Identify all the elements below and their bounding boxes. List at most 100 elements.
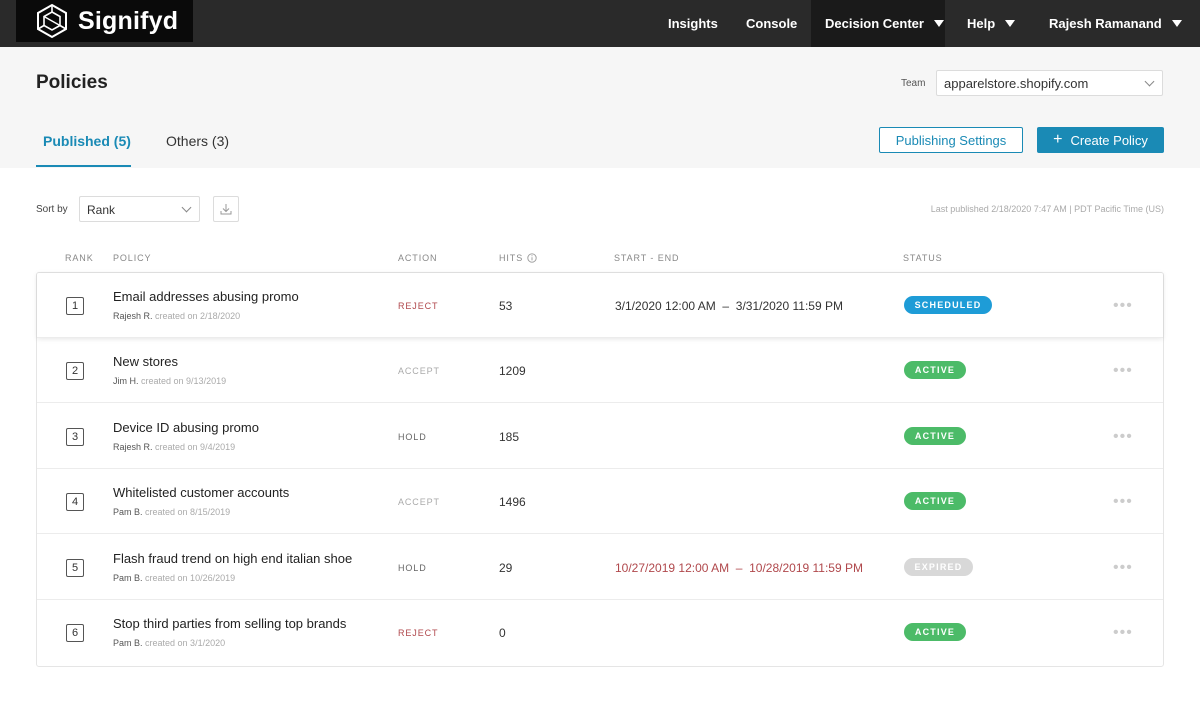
rank-badge: 4 <box>66 493 84 511</box>
policy-start: 3/1/2020 12:00 AM <box>615 299 716 313</box>
policy-action: ACCEPT <box>398 497 440 507</box>
column-header-status: STATUS <box>903 253 943 263</box>
status-badge: SCHEDULED <box>904 296 992 314</box>
policy-created: created on 8/15/2019 <box>145 507 231 517</box>
policy-name[interactable]: Device ID abusing promo <box>113 420 259 435</box>
nav-insights[interactable]: Insights <box>668 0 718 47</box>
tab-others[interactable]: Others (3) <box>166 133 229 149</box>
policy-action: ACCEPT <box>398 366 440 376</box>
policy-action: REJECT <box>398 301 439 311</box>
chevron-down-icon <box>1144 76 1155 87</box>
policy-meta: Rajesh R. created on 9/4/2019 <box>113 442 235 452</box>
policy-start: 10/27/2019 12:00 AM <box>615 561 730 575</box>
chevron-down-icon <box>181 202 192 213</box>
table-row[interactable]: 3 Device ID abusing promo Rajesh R. crea… <box>37 404 1163 469</box>
column-header-rank: RANK <box>65 253 94 263</box>
policy-name[interactable]: Email addresses abusing promo <box>113 289 299 304</box>
policy-meta: Pam B. created on 3/1/2020 <box>113 638 225 648</box>
rank-badge: 6 <box>66 624 84 642</box>
policy-name[interactable]: Stop third parties from selling top bran… <box>113 616 346 631</box>
status-badge: EXPIRED <box>904 558 973 576</box>
table-row[interactable]: 2 New stores Jim H. created on 9/13/2019… <box>37 338 1163 403</box>
nav-decision-center-label: Decision Center <box>825 16 924 31</box>
policy-hits: 53 <box>499 299 513 313</box>
top-nav: Signifyd Insights Console Decision Cente… <box>0 0 1200 47</box>
status-badge: ACTIVE <box>904 623 966 641</box>
policy-hits: 1496 <box>499 495 526 509</box>
policy-created: created on 10/26/2019 <box>145 573 236 583</box>
policy-name[interactable]: Whitelisted customer accounts <box>113 485 289 500</box>
download-button[interactable] <box>213 196 239 222</box>
nav-help-label: Help <box>967 16 996 31</box>
signifyd-logo-icon <box>37 3 67 39</box>
policy-name[interactable]: New stores <box>113 354 178 369</box>
status-badge: ACTIVE <box>904 361 966 379</box>
policy-created: created on 9/13/2019 <box>141 376 227 386</box>
policy-dates: 3/1/2020 12:00 AM – 3/31/2020 11:59 PM <box>615 299 843 313</box>
policy-created: created on 2/18/2020 <box>155 311 241 321</box>
last-published-text: Last published 2/18/2020 7:47 AM | PDT P… <box>930 204 1164 214</box>
logo[interactable]: Signifyd <box>16 0 193 42</box>
caret-down-icon <box>1005 20 1016 27</box>
sort-select[interactable]: Rank <box>79 196 200 222</box>
policy-author: Pam B. <box>113 638 143 648</box>
policy-meta: Jim H. created on 9/13/2019 <box>113 376 226 386</box>
column-header-policy: POLICY <box>113 253 152 263</box>
nav-user-menu[interactable]: Rajesh Ramanand <box>1049 0 1182 47</box>
policy-action: REJECT <box>398 628 439 638</box>
policy-hits: 185 <box>499 430 520 444</box>
policy-dates: 10/27/2019 12:00 AM – 10/28/2019 11:59 P… <box>615 561 863 575</box>
policy-end: 10/28/2019 11:59 PM <box>749 561 863 575</box>
publishing-settings-button[interactable]: Publishing Settings <box>879 127 1023 153</box>
more-options-icon[interactable]: ••• <box>1113 297 1133 315</box>
nav-console[interactable]: Console <box>746 0 797 47</box>
policy-hits: 1209 <box>499 364 526 378</box>
policy-name[interactable]: Flash fraud trend on high end italian sh… <box>113 551 352 566</box>
more-options-icon[interactable]: ••• <box>1113 559 1133 577</box>
policies-table: 1 Email addresses abusing promo Rajesh R… <box>36 272 1164 667</box>
table-row[interactable]: 5 Flash fraud trend on high end italian … <box>37 535 1163 600</box>
user-name: Rajesh Ramanand <box>1049 16 1162 31</box>
policy-author: Rajesh R. <box>113 442 153 452</box>
nav-decision-center[interactable]: Decision Center <box>811 0 945 47</box>
team-select-value: apparelstore.shopify.com <box>944 76 1089 91</box>
column-header-hits: HITS <box>499 253 537 263</box>
active-tab-indicator <box>36 165 131 167</box>
rank-badge: 1 <box>66 297 84 315</box>
team-select[interactable]: apparelstore.shopify.com <box>936 70 1163 96</box>
sort-select-value: Rank <box>87 203 116 217</box>
policy-author: Rajesh R. <box>113 311 153 321</box>
policy-author: Pam B. <box>113 507 143 517</box>
table-row[interactable]: 6 Stop third parties from selling top br… <box>37 600 1163 665</box>
policy-author: Pam B. <box>113 573 143 583</box>
table-row[interactable]: 4 Whitelisted customer accounts Pam B. c… <box>37 469 1163 534</box>
create-policy-button[interactable]: + Create Policy <box>1037 127 1164 153</box>
info-icon[interactable] <box>527 253 537 263</box>
column-header-action: ACTION <box>398 253 438 263</box>
team-label: Team <box>901 78 926 89</box>
policy-action: HOLD <box>398 432 427 442</box>
logo-text: Signifyd <box>78 6 179 35</box>
page-title: Policies <box>36 72 108 93</box>
policy-meta: Pam B. created on 8/15/2019 <box>113 507 230 517</box>
policy-created: created on 3/1/2020 <box>145 638 226 648</box>
rank-badge: 3 <box>66 428 84 446</box>
more-options-icon[interactable]: ••• <box>1113 624 1133 642</box>
policy-author: Jim H. <box>113 376 139 386</box>
column-header-start-end: START - END <box>614 253 680 263</box>
policy-meta: Pam B. created on 10/26/2019 <box>113 573 235 583</box>
table-row[interactable]: 1 Email addresses abusing promo Rajesh R… <box>37 273 1163 338</box>
caret-down-icon <box>1171 20 1182 27</box>
nav-help[interactable]: Help <box>967 0 1016 47</box>
status-badge: ACTIVE <box>904 492 966 510</box>
tab-published[interactable]: Published (5) <box>43 133 131 149</box>
column-header-hits-label: HITS <box>499 253 524 263</box>
create-policy-label: Create Policy <box>1070 132 1148 148</box>
status-badge: ACTIVE <box>904 427 966 445</box>
more-options-icon[interactable]: ••• <box>1113 493 1133 511</box>
more-options-icon[interactable]: ••• <box>1113 362 1133 380</box>
more-options-icon[interactable]: ••• <box>1113 428 1133 446</box>
caret-down-icon <box>933 20 944 27</box>
rank-badge: 2 <box>66 362 84 380</box>
plus-icon: + <box>1053 131 1063 148</box>
